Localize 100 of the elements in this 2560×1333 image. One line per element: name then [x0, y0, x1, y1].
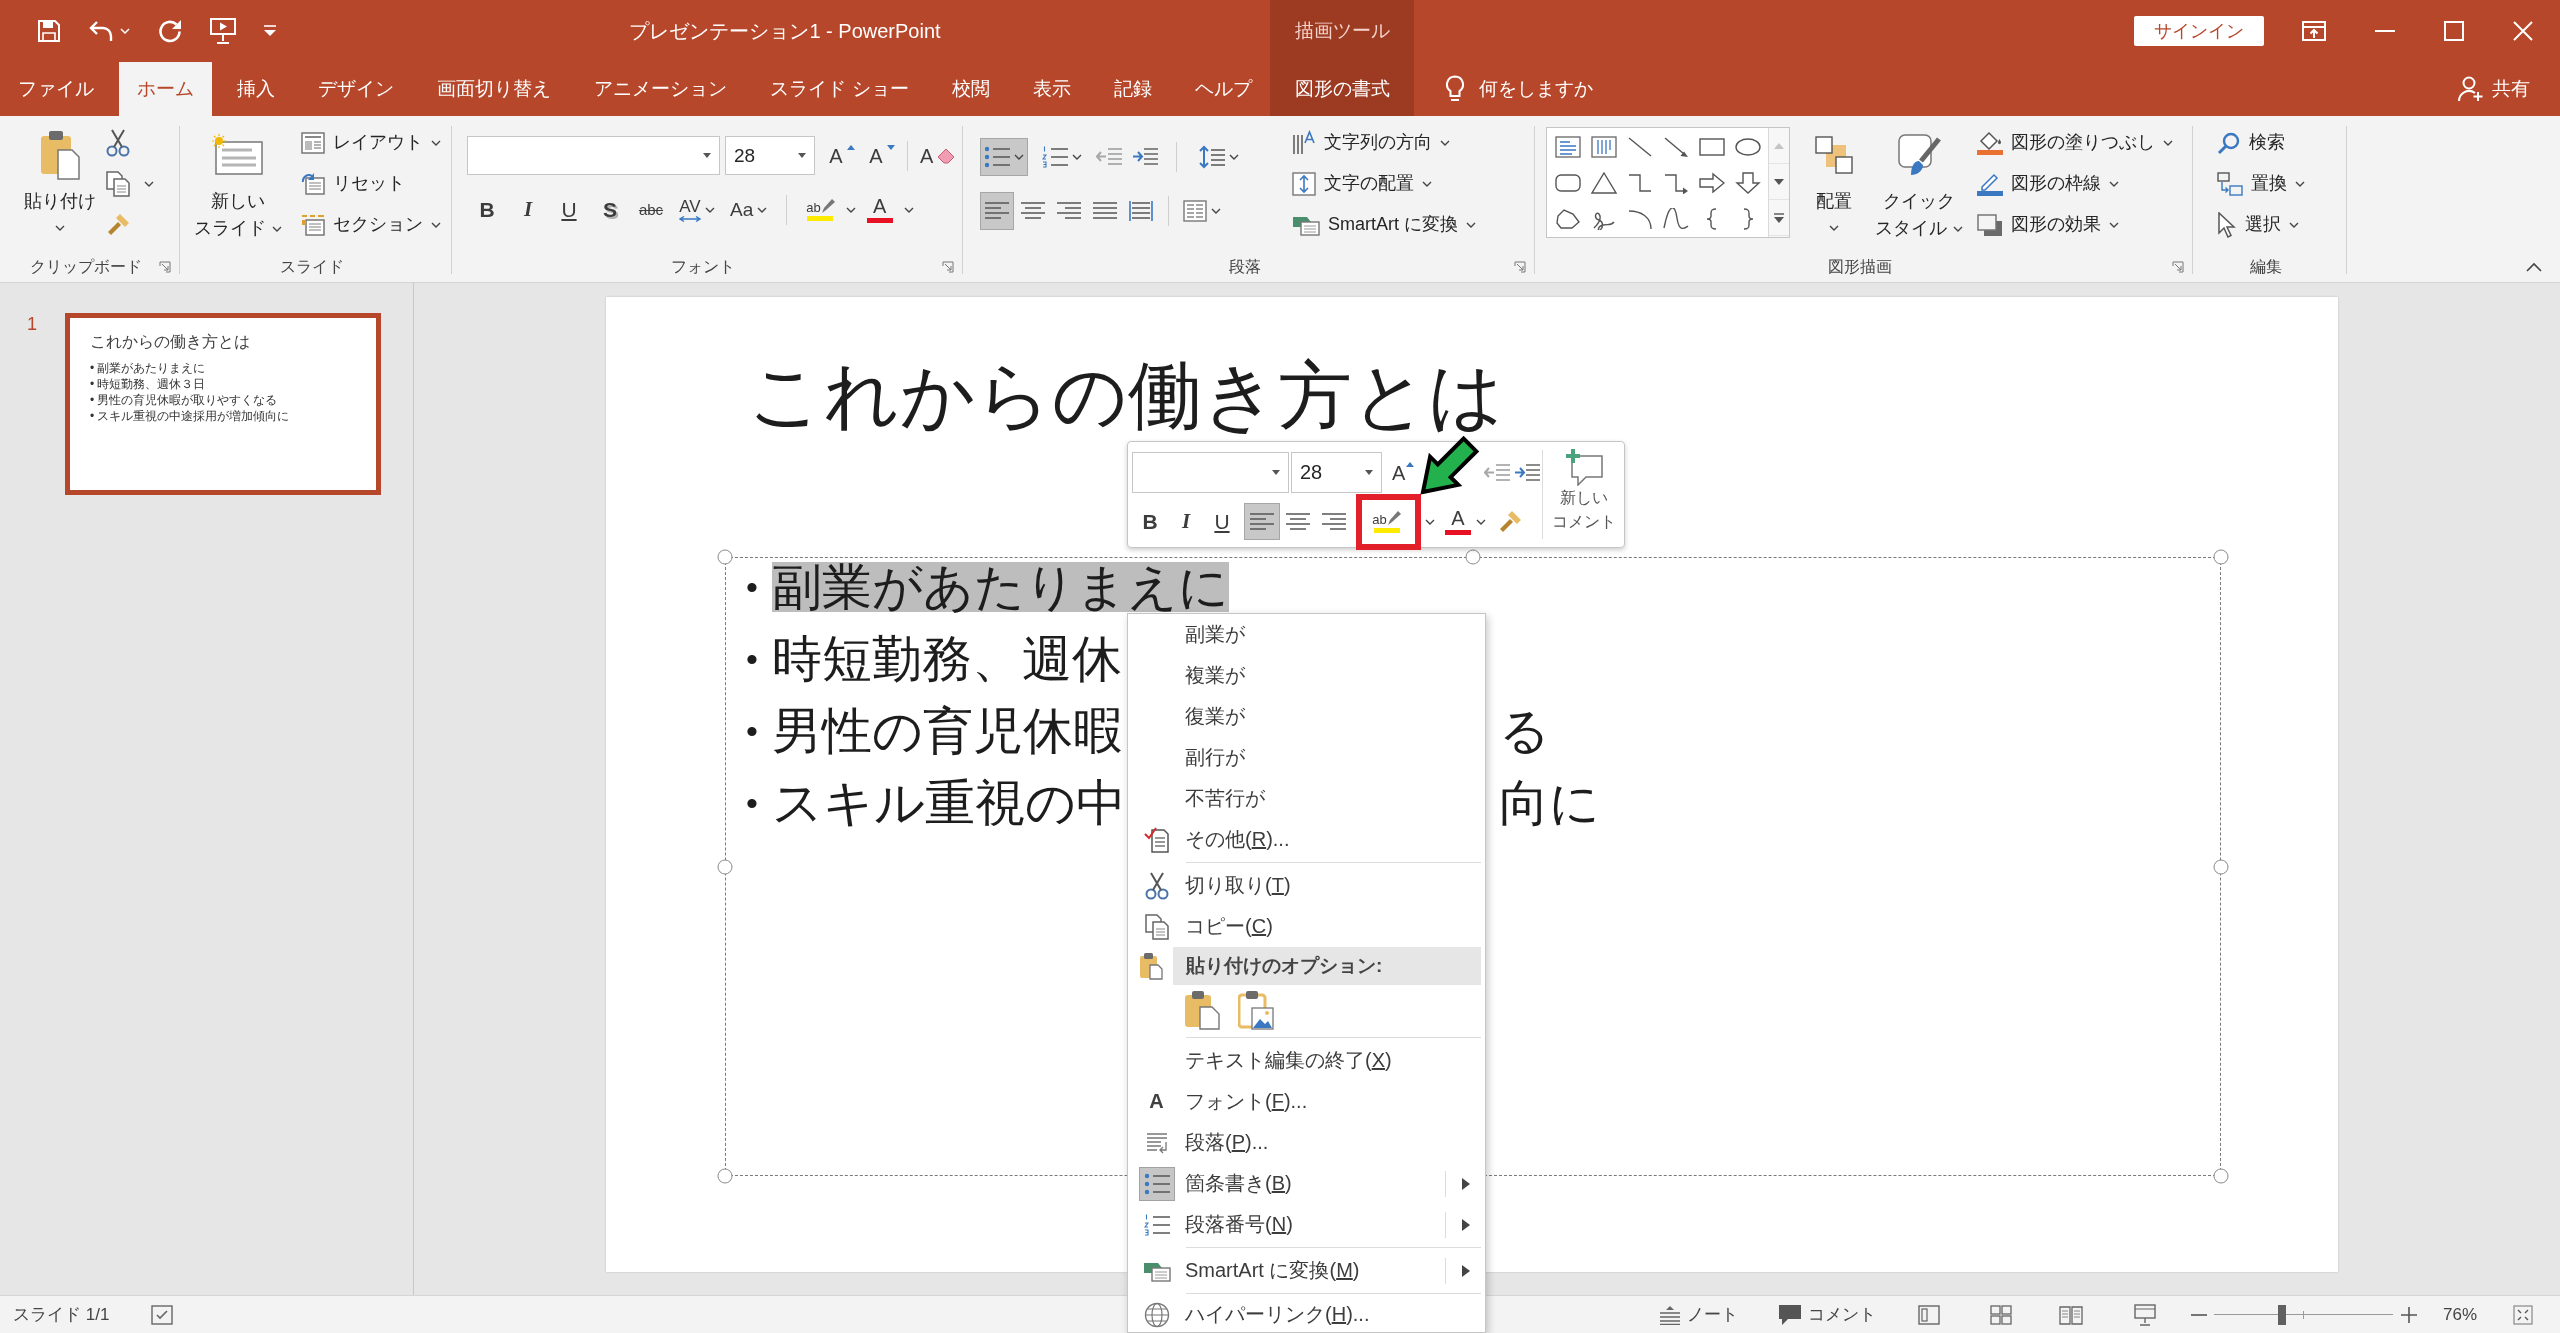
font-color-button[interactable]: A: [862, 191, 897, 228]
align-left-button[interactable]: [1244, 503, 1280, 540]
bold-button[interactable]: B: [1132, 503, 1168, 540]
elbow-arrow-connector-icon[interactable]: [1663, 172, 1689, 194]
text-box-icon[interactable]: [1555, 136, 1581, 158]
menu-item[interactable]: テキスト編集の終了(X): [1128, 1040, 1485, 1081]
section-button[interactable]: セクション: [297, 204, 445, 245]
highlight-button[interactable]: ab: [802, 191, 839, 228]
quick-styles-button[interactable]: クイック スタイル: [1869, 122, 1969, 252]
more-icon[interactable]: [1774, 212, 1784, 223]
menu-item[interactable]: 副行が: [1128, 737, 1485, 778]
increase-indent-icon[interactable]: [1132, 146, 1158, 167]
font-name-field[interactable]: [1132, 452, 1289, 493]
highlight-button[interactable]: ab: [1364, 503, 1409, 540]
fit-to-window-icon[interactable]: [2513, 1304, 2533, 1325]
select-button[interactable]: 選択: [2213, 204, 2309, 245]
tell-me-box[interactable]: 何をしますか: [1445, 62, 1593, 116]
open-book-icon[interactable]: [2058, 1304, 2083, 1325]
resize-handle[interactable]: [717, 859, 733, 874]
menu-item[interactable]: 不苦行が: [1128, 778, 1485, 819]
paste-button[interactable]: 貼り付け: [14, 122, 106, 252]
italic-button[interactable]: I: [1168, 503, 1204, 540]
line-icon[interactable]: [1627, 136, 1653, 158]
ribbon-tab[interactable]: ホーム: [119, 62, 213, 116]
redo-icon[interactable]: [158, 19, 182, 43]
shape-fill-button[interactable]: 図形の塗りつぶし: [1973, 122, 2177, 163]
oval-icon[interactable]: [1735, 136, 1761, 158]
caret-icon[interactable]: [1425, 518, 1435, 525]
shrink-font-button[interactable]: A: [865, 137, 899, 174]
menu-item[interactable]: SmartArt に変換(M): [1128, 1250, 1485, 1291]
align-text-button[interactable]: 文字の配置: [1288, 163, 1480, 204]
new-slide-button[interactable]: 新しい スライド: [190, 122, 286, 252]
underline-button[interactable]: U: [1204, 503, 1240, 540]
right-arrow-icon[interactable]: [1699, 172, 1725, 194]
sign-in-button[interactable]: サインイン: [2134, 15, 2264, 47]
menu-item[interactable]: A フォント(F)...: [1128, 1081, 1485, 1122]
grow-font-button[interactable]: A: [1390, 454, 1417, 491]
strikethrough-button[interactable]: abc: [634, 191, 668, 228]
caret-icon[interactable]: [144, 180, 154, 187]
vertical-text-box-icon[interactable]: [1591, 136, 1617, 158]
screen-play-icon[interactable]: [210, 18, 236, 44]
grid-icon[interactable]: [1989, 1304, 2012, 1325]
caret-icon[interactable]: [903, 206, 914, 213]
save-icon[interactable]: [37, 19, 61, 43]
menu-item[interactable]: 段落番号(N): [1128, 1204, 1485, 1245]
grow-font-button[interactable]: A: [825, 137, 859, 174]
ribbon-tab[interactable]: 表示: [1014, 62, 1089, 116]
copy-icon[interactable]: [106, 170, 130, 197]
font-color-button[interactable]: A: [1440, 503, 1476, 540]
freeform-icon[interactable]: [1555, 208, 1581, 230]
rounded-rectangle-icon[interactable]: [1555, 172, 1581, 194]
italic-button[interactable]: I: [511, 191, 545, 228]
increase-indent-icon[interactable]: [1514, 462, 1541, 483]
ribbon-tab[interactable]: デザイン: [300, 62, 413, 116]
font-name-field[interactable]: [467, 136, 720, 175]
menu-item[interactable]: 段落(P)...: [1128, 1122, 1485, 1163]
menu-item[interactable]: ハイパーリンク(H)...: [1128, 1296, 1485, 1332]
menu-item[interactable]: その他(R)...: [1128, 819, 1485, 860]
reset-button[interactable]: リセット: [297, 163, 445, 204]
underline-button[interactable]: U: [552, 191, 586, 228]
ribbon-tab[interactable]: 図形の書式: [1270, 62, 1414, 116]
curve-icon[interactable]: [1663, 208, 1689, 230]
resize-handle[interactable]: [717, 1168, 733, 1184]
menu-item[interactable]: コピー(C): [1128, 906, 1485, 947]
decrease-indent-icon[interactable]: [1484, 462, 1511, 483]
resize-handle[interactable]: [2213, 549, 2229, 565]
format-painter-icon[interactable]: [106, 212, 130, 237]
ribbon-tab[interactable]: ファイル: [0, 62, 112, 116]
text-direction-button[interactable]: 文字列の方向: [1288, 122, 1480, 163]
minus-icon[interactable]: [2190, 1313, 2207, 1316]
clipboard-picture-icon[interactable]: [1238, 990, 1274, 1030]
menu-item[interactable]: 箇条書き(B): [1128, 1163, 1485, 1204]
undo-icon[interactable]: [89, 20, 113, 42]
caret-icon[interactable]: [1476, 518, 1486, 525]
font-size-field[interactable]: 28: [725, 136, 815, 175]
resize-handle[interactable]: [2213, 1168, 2229, 1184]
menu-item[interactable]: 副業が: [1128, 614, 1485, 655]
ribbon-tab[interactable]: スライド ショー: [752, 62, 927, 116]
dialog-launcher-icon[interactable]: [2172, 261, 2184, 273]
clear-formatting-button[interactable]: A: [916, 137, 960, 174]
menu-item[interactable]: 切り取り(T): [1128, 865, 1485, 906]
find-button[interactable]: 検索: [2213, 122, 2309, 163]
dialog-launcher-icon[interactable]: [942, 261, 954, 273]
notes-button[interactable]: ノート: [1658, 1303, 1738, 1326]
scroll-down-icon[interactable]: [1774, 178, 1784, 185]
menu-item[interactable]: 複業が: [1128, 655, 1485, 696]
collapse-ribbon-icon[interactable]: [2526, 262, 2542, 272]
ribbon-tab[interactable]: 記録: [1095, 62, 1170, 116]
new-comment-button[interactable]: 新しい コメント: [1543, 442, 1624, 547]
dropdown-arrow-icon[interactable]: [264, 25, 276, 37]
dialog-launcher-icon[interactable]: [1514, 261, 1526, 273]
slider-thumb[interactable]: [2278, 1304, 2286, 1325]
resize-handle[interactable]: [1465, 549, 1481, 565]
ribbon-tab[interactable]: ヘルプ: [1176, 62, 1270, 116]
ribbon-tab[interactable]: 校閲: [933, 62, 1008, 116]
clipboard-page-icon[interactable]: [1184, 990, 1220, 1030]
bullets-button[interactable]: [980, 137, 1028, 176]
down-arrow-icon[interactable]: [1735, 172, 1761, 194]
comments-button[interactable]: コメント: [1777, 1303, 1876, 1326]
ribbon-tab[interactable]: アニメーション: [576, 62, 746, 116]
